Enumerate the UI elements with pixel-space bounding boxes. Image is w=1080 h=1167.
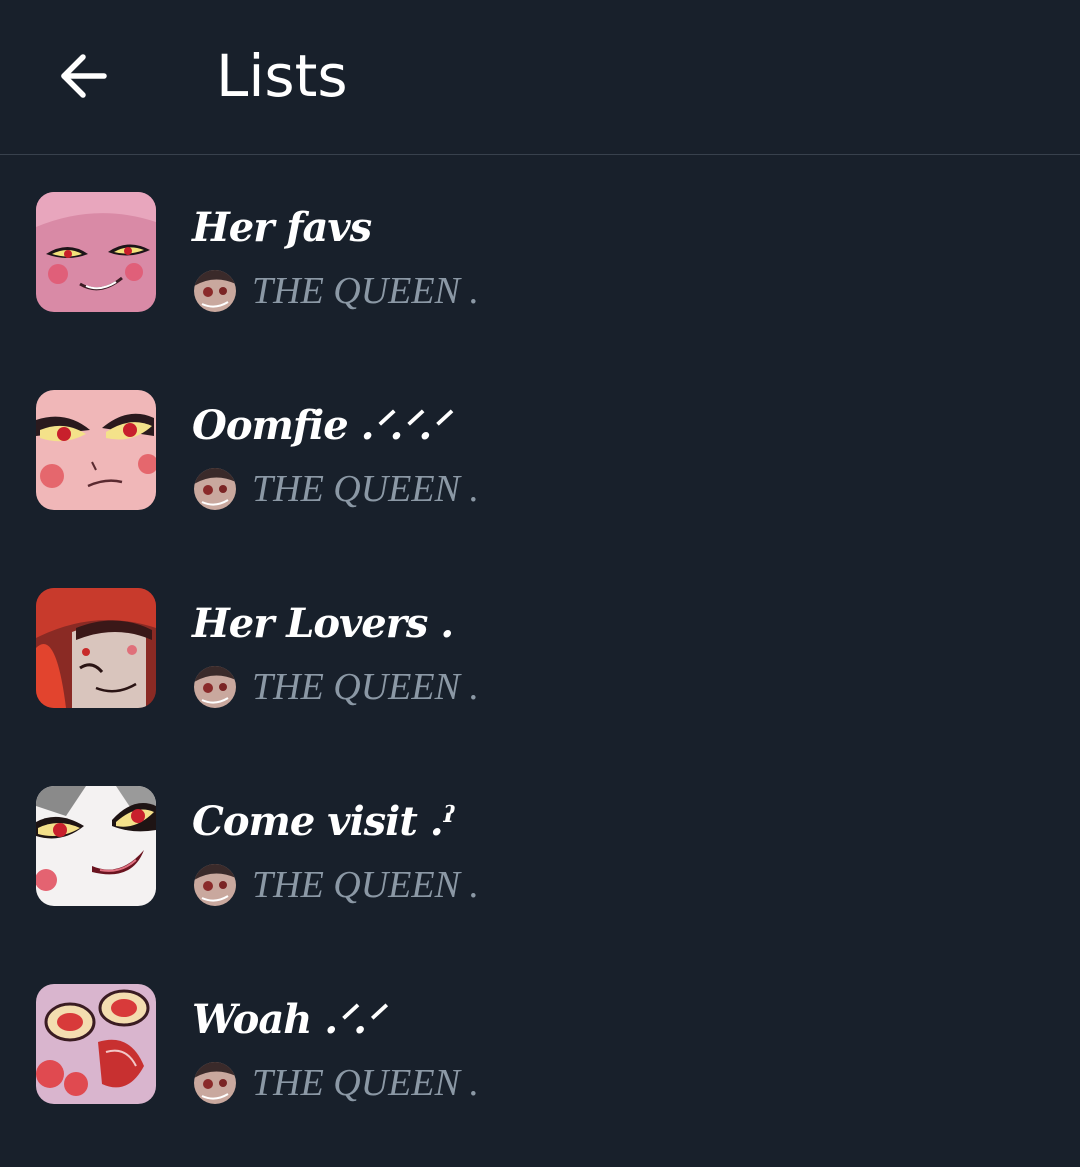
owner-name: THE QUEEN . xyxy=(252,666,479,708)
list-item[interactable]: Woah .ᐟ.ᐟ THE QUEEN . xyxy=(0,948,1080,1146)
page-title: Lists xyxy=(216,42,348,110)
list-thumbnail xyxy=(36,390,156,510)
list-name: Oomfie .ᐟ.ᐟ.ᐟ xyxy=(192,402,448,449)
owner-avatar xyxy=(194,864,236,906)
owner-name: THE QUEEN . xyxy=(252,1062,479,1104)
app-header: Lists xyxy=(0,0,1080,155)
owner-name: THE QUEEN . xyxy=(252,270,479,312)
arrow-left-icon xyxy=(61,54,107,98)
list-thumbnail xyxy=(36,192,156,312)
list-thumbnail xyxy=(36,786,156,906)
list-name: Her Lovers . xyxy=(192,600,454,647)
owner-avatar xyxy=(194,666,236,708)
list-item[interactable]: Her Lovers . THE QUEEN . xyxy=(0,552,1080,750)
list-item[interactable]: Come visit .ˀ THE QUEEN . xyxy=(0,750,1080,948)
owner-avatar xyxy=(194,270,236,312)
lists-list: Her favs THE QUEEN . Oomfie .ᐟ.ᐟ.ᐟ THE Q… xyxy=(0,156,1080,1146)
list-name: Come visit .ˀ xyxy=(192,798,455,845)
list-name: Woah .ᐟ.ᐟ xyxy=(192,996,383,1043)
list-item[interactable]: Her favs THE QUEEN . xyxy=(0,156,1080,354)
owner-name: THE QUEEN . xyxy=(252,864,479,906)
owner-avatar xyxy=(194,468,236,510)
back-button[interactable] xyxy=(52,44,116,108)
owner-name: THE QUEEN . xyxy=(252,468,479,510)
list-thumbnail xyxy=(36,984,156,1104)
list-thumbnail xyxy=(36,588,156,708)
list-name: Her favs xyxy=(192,204,372,251)
owner-avatar xyxy=(194,1062,236,1104)
list-item[interactable]: Oomfie .ᐟ.ᐟ.ᐟ THE QUEEN . xyxy=(0,354,1080,552)
